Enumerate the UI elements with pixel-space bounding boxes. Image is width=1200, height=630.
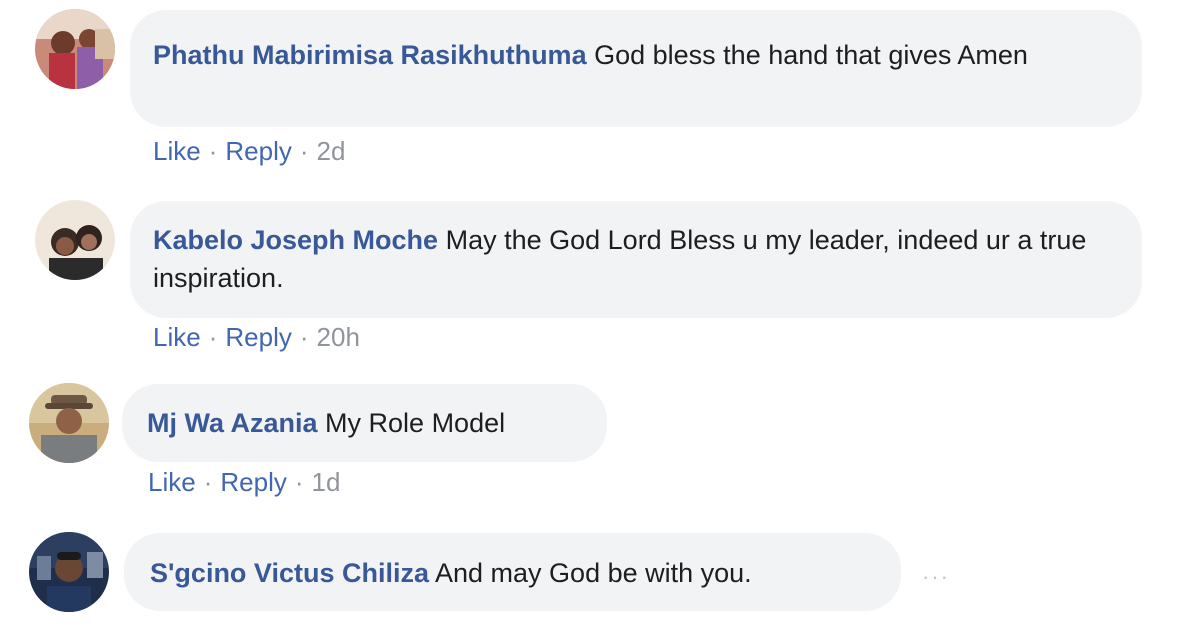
profile-photo-icon bbox=[29, 383, 109, 463]
separator: · bbox=[299, 322, 309, 352]
like-button[interactable]: Like bbox=[148, 467, 196, 497]
profile-photo-icon bbox=[35, 200, 115, 280]
profile-photo-icon bbox=[35, 9, 115, 89]
separator: · bbox=[294, 467, 304, 497]
comment-author-link[interactable]: Phathu Mabirimisa Rasikhuthuma bbox=[153, 40, 587, 70]
comment-actions: Like · Reply · 20h bbox=[153, 322, 360, 352]
comment-bubble: S'gcino Victus Chiliza And may God be wi… bbox=[124, 533, 901, 611]
comment-actions: Like · Reply · 1d bbox=[148, 467, 340, 497]
comment-text: And may God be with you. bbox=[435, 558, 752, 588]
comment-author-link[interactable]: S'gcino Victus Chiliza bbox=[150, 558, 429, 588]
comment-timestamp[interactable]: 2d bbox=[317, 136, 346, 166]
separator: · bbox=[203, 467, 213, 497]
profile-photo-icon bbox=[29, 532, 109, 612]
comment-bubble: Mj Wa Azania My Role Model bbox=[122, 384, 607, 462]
reply-button[interactable]: Reply bbox=[225, 322, 291, 352]
separator: · bbox=[208, 322, 218, 352]
avatar[interactable] bbox=[29, 383, 109, 463]
comment-timestamp[interactable]: 20h bbox=[317, 322, 360, 352]
comment-text: God bless the hand that gives Amen bbox=[594, 40, 1028, 70]
separator: · bbox=[299, 136, 309, 166]
comment-actions: Like · Reply · 2d bbox=[153, 136, 345, 166]
comment-bubble: Kabelo Joseph Moche May the God Lord Ble… bbox=[130, 201, 1142, 318]
like-button[interactable]: Like bbox=[153, 136, 201, 166]
reply-button[interactable]: Reply bbox=[220, 467, 286, 497]
comment-timestamp[interactable]: 1d bbox=[312, 467, 341, 497]
comment-thread: Phathu Mabirimisa Rasikhuthuma God bless… bbox=[0, 0, 1200, 630]
comment-text: My Role Model bbox=[325, 408, 506, 438]
comment-author-link[interactable]: Kabelo Joseph Moche bbox=[153, 225, 438, 255]
avatar[interactable] bbox=[29, 532, 109, 612]
reply-button[interactable]: Reply bbox=[225, 136, 291, 166]
more-options-icon[interactable]: ··· bbox=[922, 566, 950, 588]
avatar[interactable] bbox=[35, 9, 115, 89]
comment-bubble: Phathu Mabirimisa Rasikhuthuma God bless… bbox=[130, 10, 1142, 127]
avatar[interactable] bbox=[35, 200, 115, 280]
like-button[interactable]: Like bbox=[153, 322, 201, 352]
comment-author-link[interactable]: Mj Wa Azania bbox=[147, 408, 318, 438]
separator: · bbox=[208, 136, 218, 166]
